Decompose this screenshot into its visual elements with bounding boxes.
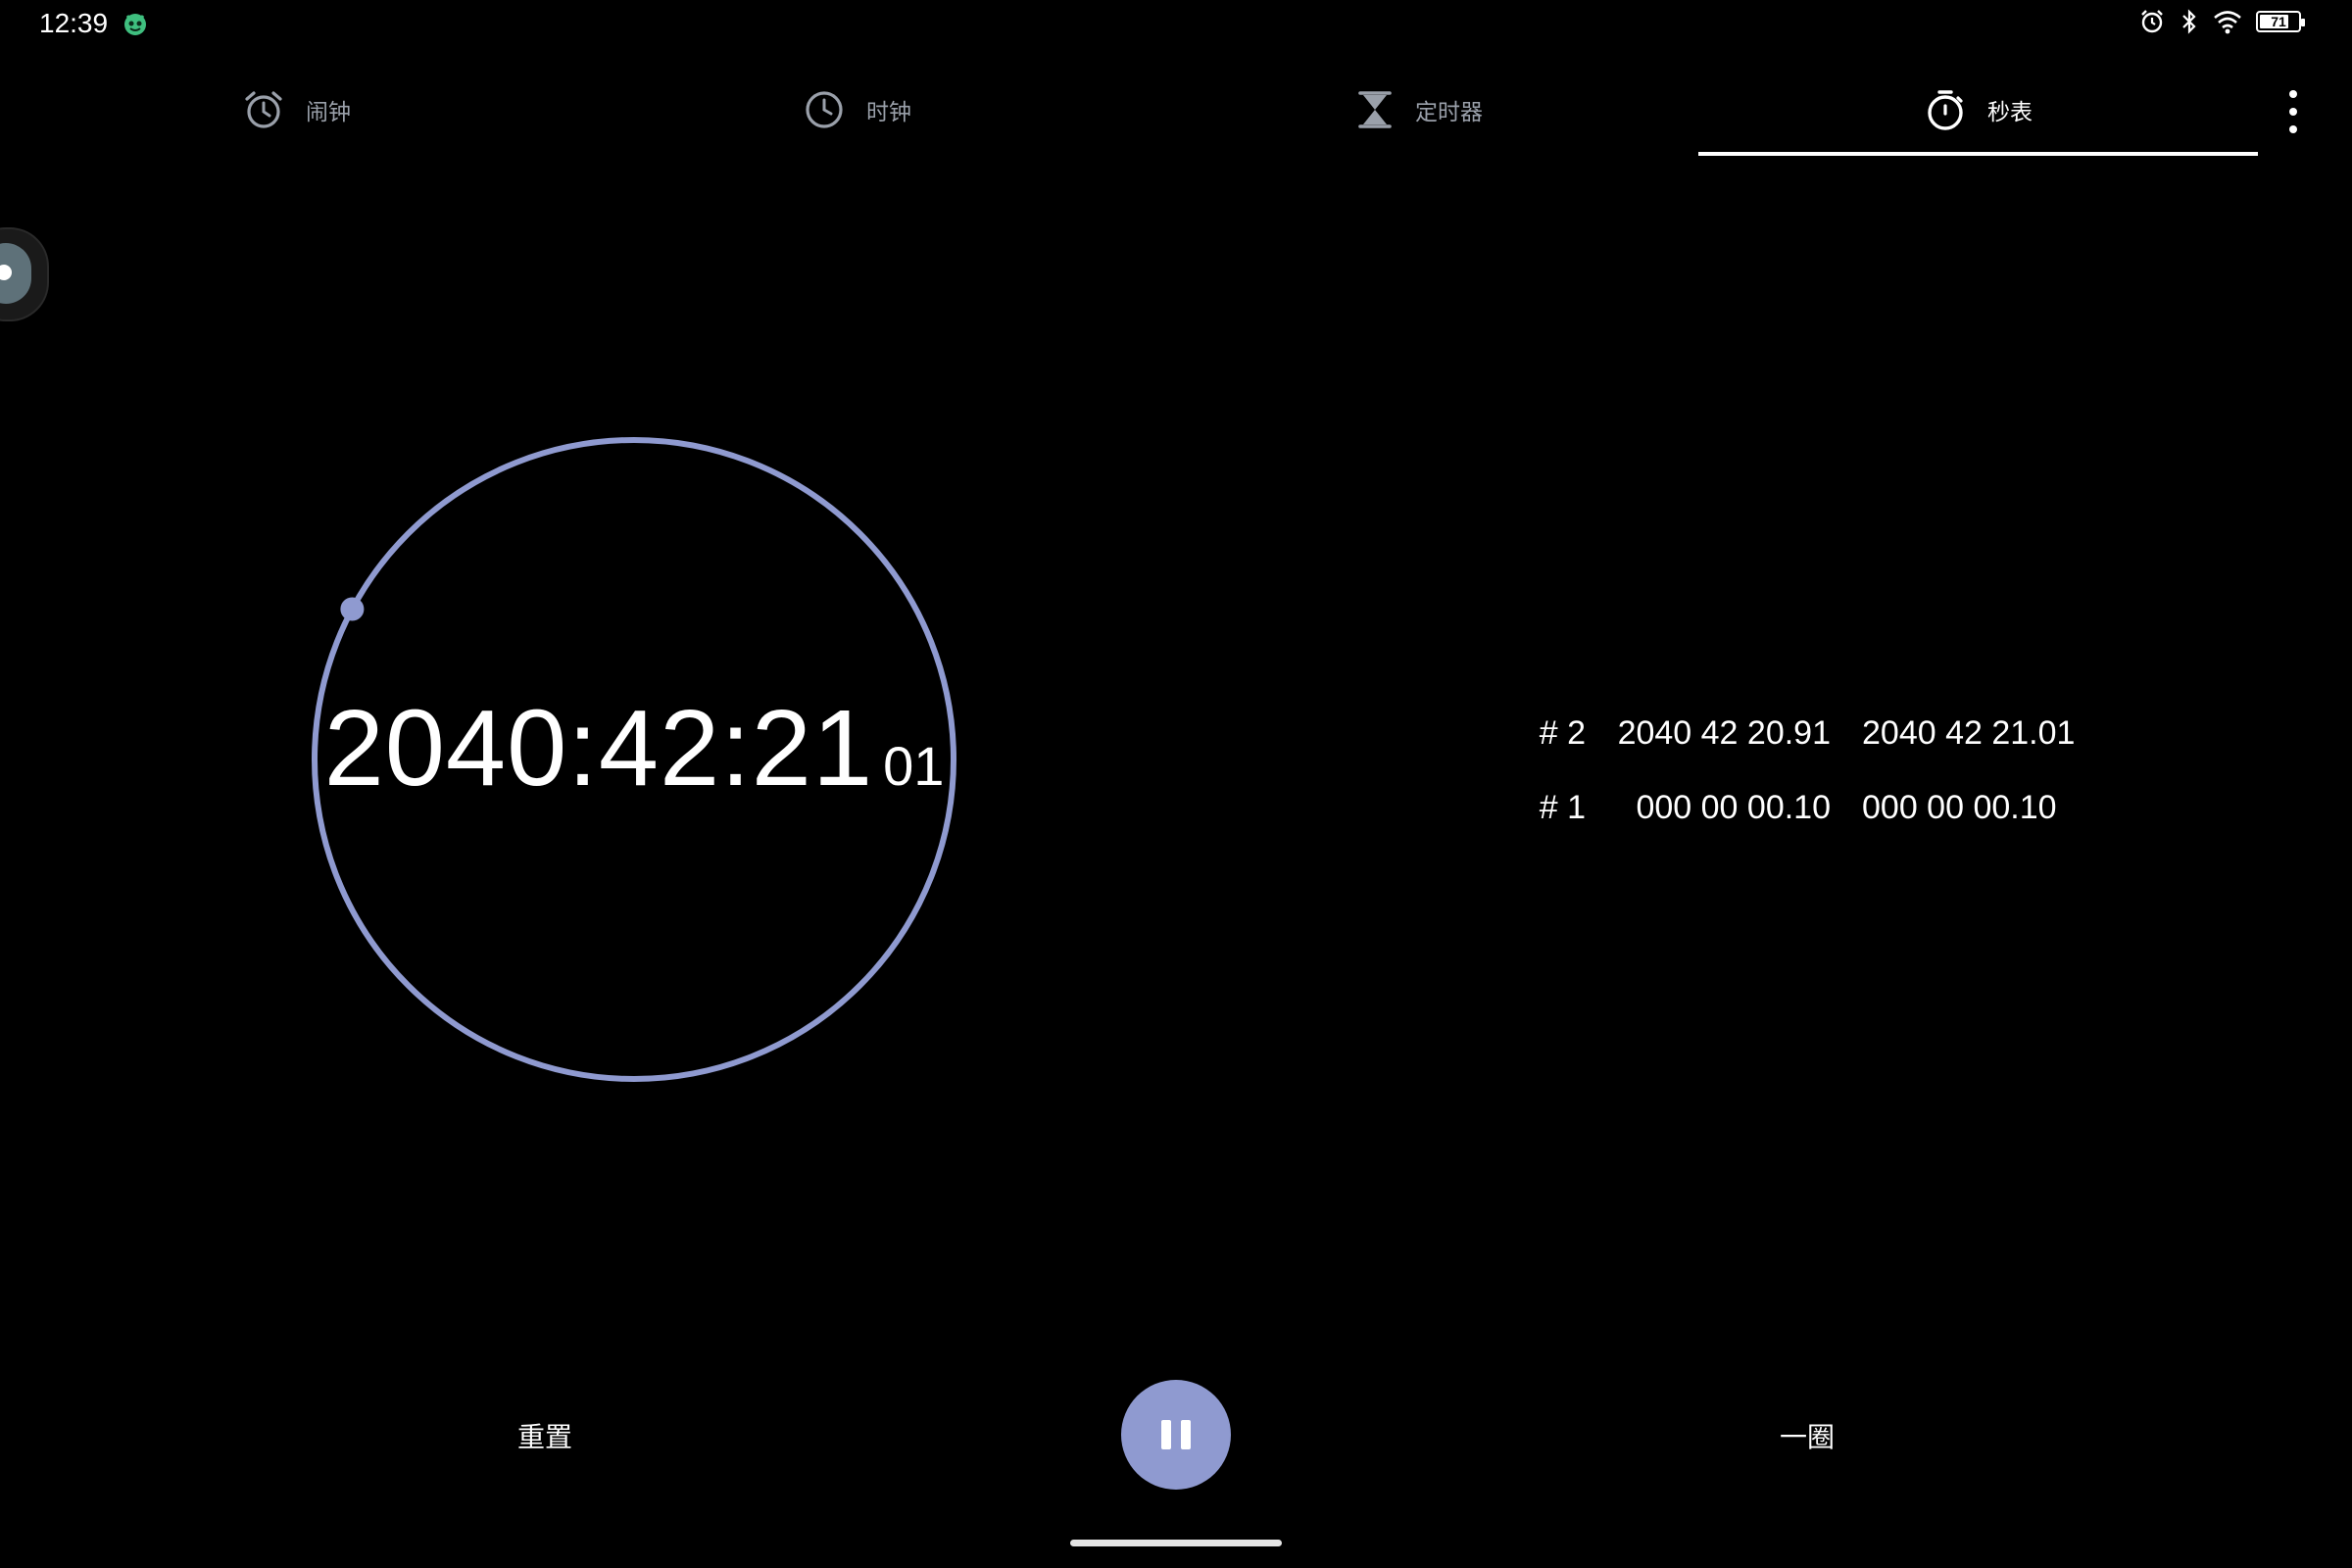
- lap-total-time: 000 00 00.10: [1862, 788, 2057, 826]
- tab-clock-label: 时钟: [866, 99, 911, 124]
- alarm-status-icon: [2141, 10, 2163, 33]
- more-dot-icon: [2289, 125, 2297, 133]
- tab-timer-label: 定时器: [1415, 99, 1483, 124]
- lap-number: # 1: [1539, 788, 1586, 826]
- status-icons: 71: [2138, 8, 2305, 35]
- app-notification-icon: [124, 14, 146, 35]
- lap-total-time: 2040 42 21.01: [1862, 713, 2076, 752]
- reset-button[interactable]: 重置: [490, 1413, 600, 1458]
- tab-timer[interactable]: 定时器: [1356, 82, 1483, 137]
- tab-clock[interactable]: 时钟: [804, 82, 911, 137]
- stopwatch-icon: [1928, 90, 1963, 130]
- pause-button[interactable]: [1121, 1380, 1231, 1490]
- more-dot-icon: [2289, 108, 2297, 116]
- stopwatch-readout: 2040:42:21 01: [310, 686, 958, 810]
- lap-time: 2040 42 20.91: [1617, 713, 1831, 752]
- alarm-icon: [245, 91, 282, 128]
- clock-icon: [806, 91, 843, 128]
- battery-indicator: 71: [2256, 11, 2305, 32]
- pause-icon-bar: [1161, 1420, 1171, 1449]
- status-time: 12:39: [39, 8, 109, 38]
- tab-alarm-label: 闹钟: [306, 99, 351, 124]
- elapsed-hundredths: 01: [883, 735, 945, 797]
- lap-time: 000 00 00.10: [1636, 788, 1831, 826]
- tab-stopwatch-label: 秒表: [1987, 99, 2033, 124]
- lap-row: # 1 000 00 00.10 000 00 00.10: [1392, 770, 2078, 845]
- wifi-icon: [2214, 11, 2241, 34]
- tab-stopwatch[interactable]: 秒表: [1925, 82, 2033, 137]
- active-tab-indicator: [1698, 152, 2258, 156]
- dial-marker: [340, 597, 365, 621]
- bluetooth-icon: [2182, 9, 2196, 34]
- lap-button[interactable]: 一圈: [1752, 1413, 1862, 1458]
- lap-list: # 2 2040 42 20.91 2040 42 21.01 # 1 000 …: [1392, 696, 2078, 845]
- lap-number: # 2: [1539, 713, 1586, 752]
- pause-icon-bar: [1181, 1420, 1191, 1449]
- elapsed-time: 2040:42:21: [323, 688, 874, 808]
- battery-level: 71: [2271, 14, 2286, 29]
- tab-alarm[interactable]: 闹钟: [243, 82, 351, 137]
- more-dot-icon: [2289, 90, 2297, 98]
- home-indicator[interactable]: [1070, 1540, 1282, 1546]
- lap-row: # 2 2040 42 20.91 2040 42 21.01: [1392, 696, 2078, 770]
- more-options-button[interactable]: [2281, 90, 2305, 133]
- hourglass-icon: [1358, 91, 1392, 128]
